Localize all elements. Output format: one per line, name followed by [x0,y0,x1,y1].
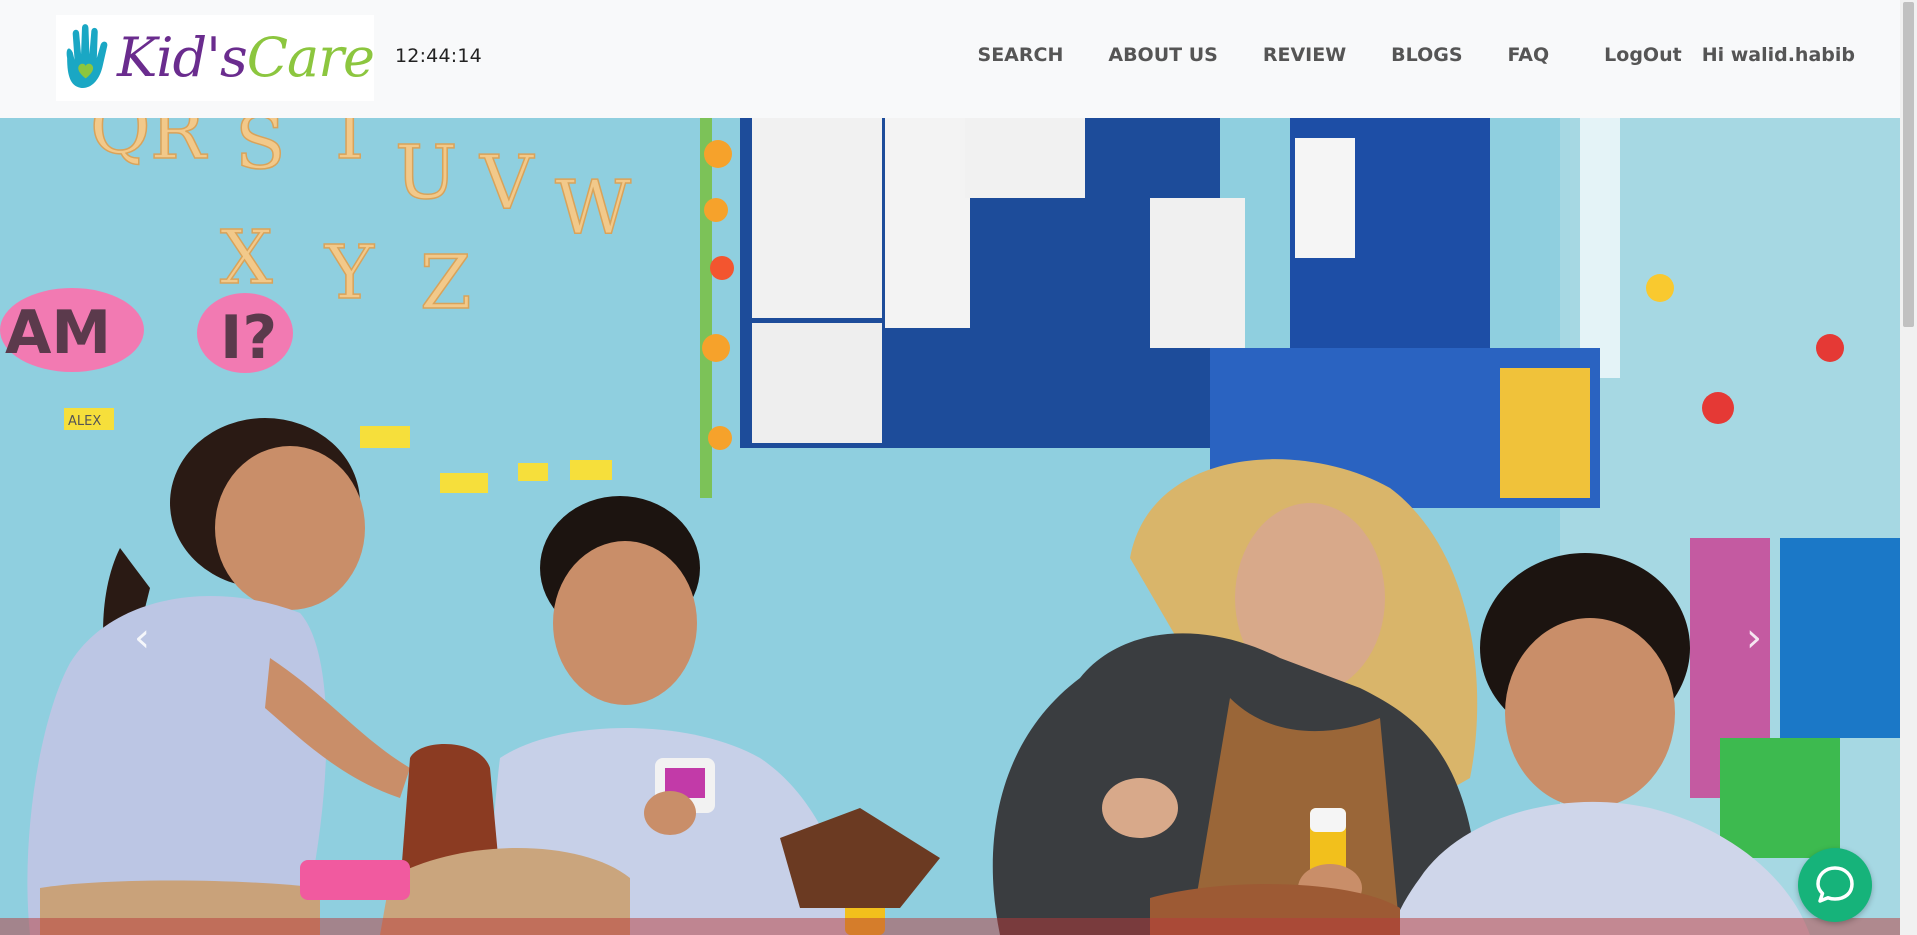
logo-text-care: Care [246,26,374,89]
svg-text:Z: Z [420,240,471,326]
nav-review[interactable]: REVIEW [1263,44,1346,66]
svg-text:S: S [235,118,286,186]
scrollbar-thumb[interactable] [1903,2,1914,327]
classroom-children-teacher-photo: Q R S T U V W X Y Z AM I? ALEX [0,118,1900,935]
header-clock: 12:44:14 [395,45,482,67]
svg-text:AM: AM [5,298,111,368]
svg-text:T: T [325,118,374,176]
nav-faq[interactable]: FAQ [1508,44,1550,66]
chevron-left-icon: ‹ [134,615,150,661]
svg-text:Q: Q [90,118,151,171]
carousel-prev-button[interactable]: ‹ [122,608,162,668]
chat-bubble-icon [1816,866,1854,903]
main-nav: SEARCH ABOUT US REVIEW BLOGS FAQ LogOut … [933,44,1855,66]
logo-text-kids: Kid's [116,26,248,89]
top-navbar: Kid'sCare 12:44:14 SEARCH ABOUT US REVIE… [0,0,1900,119]
hand-heart-icon [66,24,108,88]
svg-text:W: W [555,165,631,251]
brand-logo[interactable]: Kid'sCare [56,15,374,101]
svg-text:V: V [479,140,535,226]
page-scrollbar[interactable] [1900,0,1917,935]
svg-text:U: U [395,130,457,216]
user-greeting[interactable]: Hi walid.habib [1702,44,1855,66]
nav-search[interactable]: SEARCH [978,44,1064,66]
nav-logout[interactable]: LogOut [1604,44,1682,66]
carousel-next-button[interactable]: › [1734,608,1774,668]
page: Kid'sCare 12:44:14 SEARCH ABOUT US REVIE… [0,0,1917,935]
svg-text:ALEX: ALEX [68,414,101,429]
hero-carousel: Q R S T U V W X Y Z AM I? ALEX ‹ › [0,118,1900,935]
svg-text:R: R [150,118,208,176]
svg-text:I?: I? [220,303,277,373]
nav-about-us[interactable]: ABOUT US [1108,44,1217,66]
brand-wordmark: Kid'sCare [117,31,374,85]
chat-launcher-button[interactable] [1798,848,1872,922]
chevron-right-icon: › [1746,615,1762,661]
svg-text:X: X [220,215,273,301]
svg-text:Y: Y [324,230,375,316]
nav-blogs[interactable]: BLOGS [1391,44,1462,66]
